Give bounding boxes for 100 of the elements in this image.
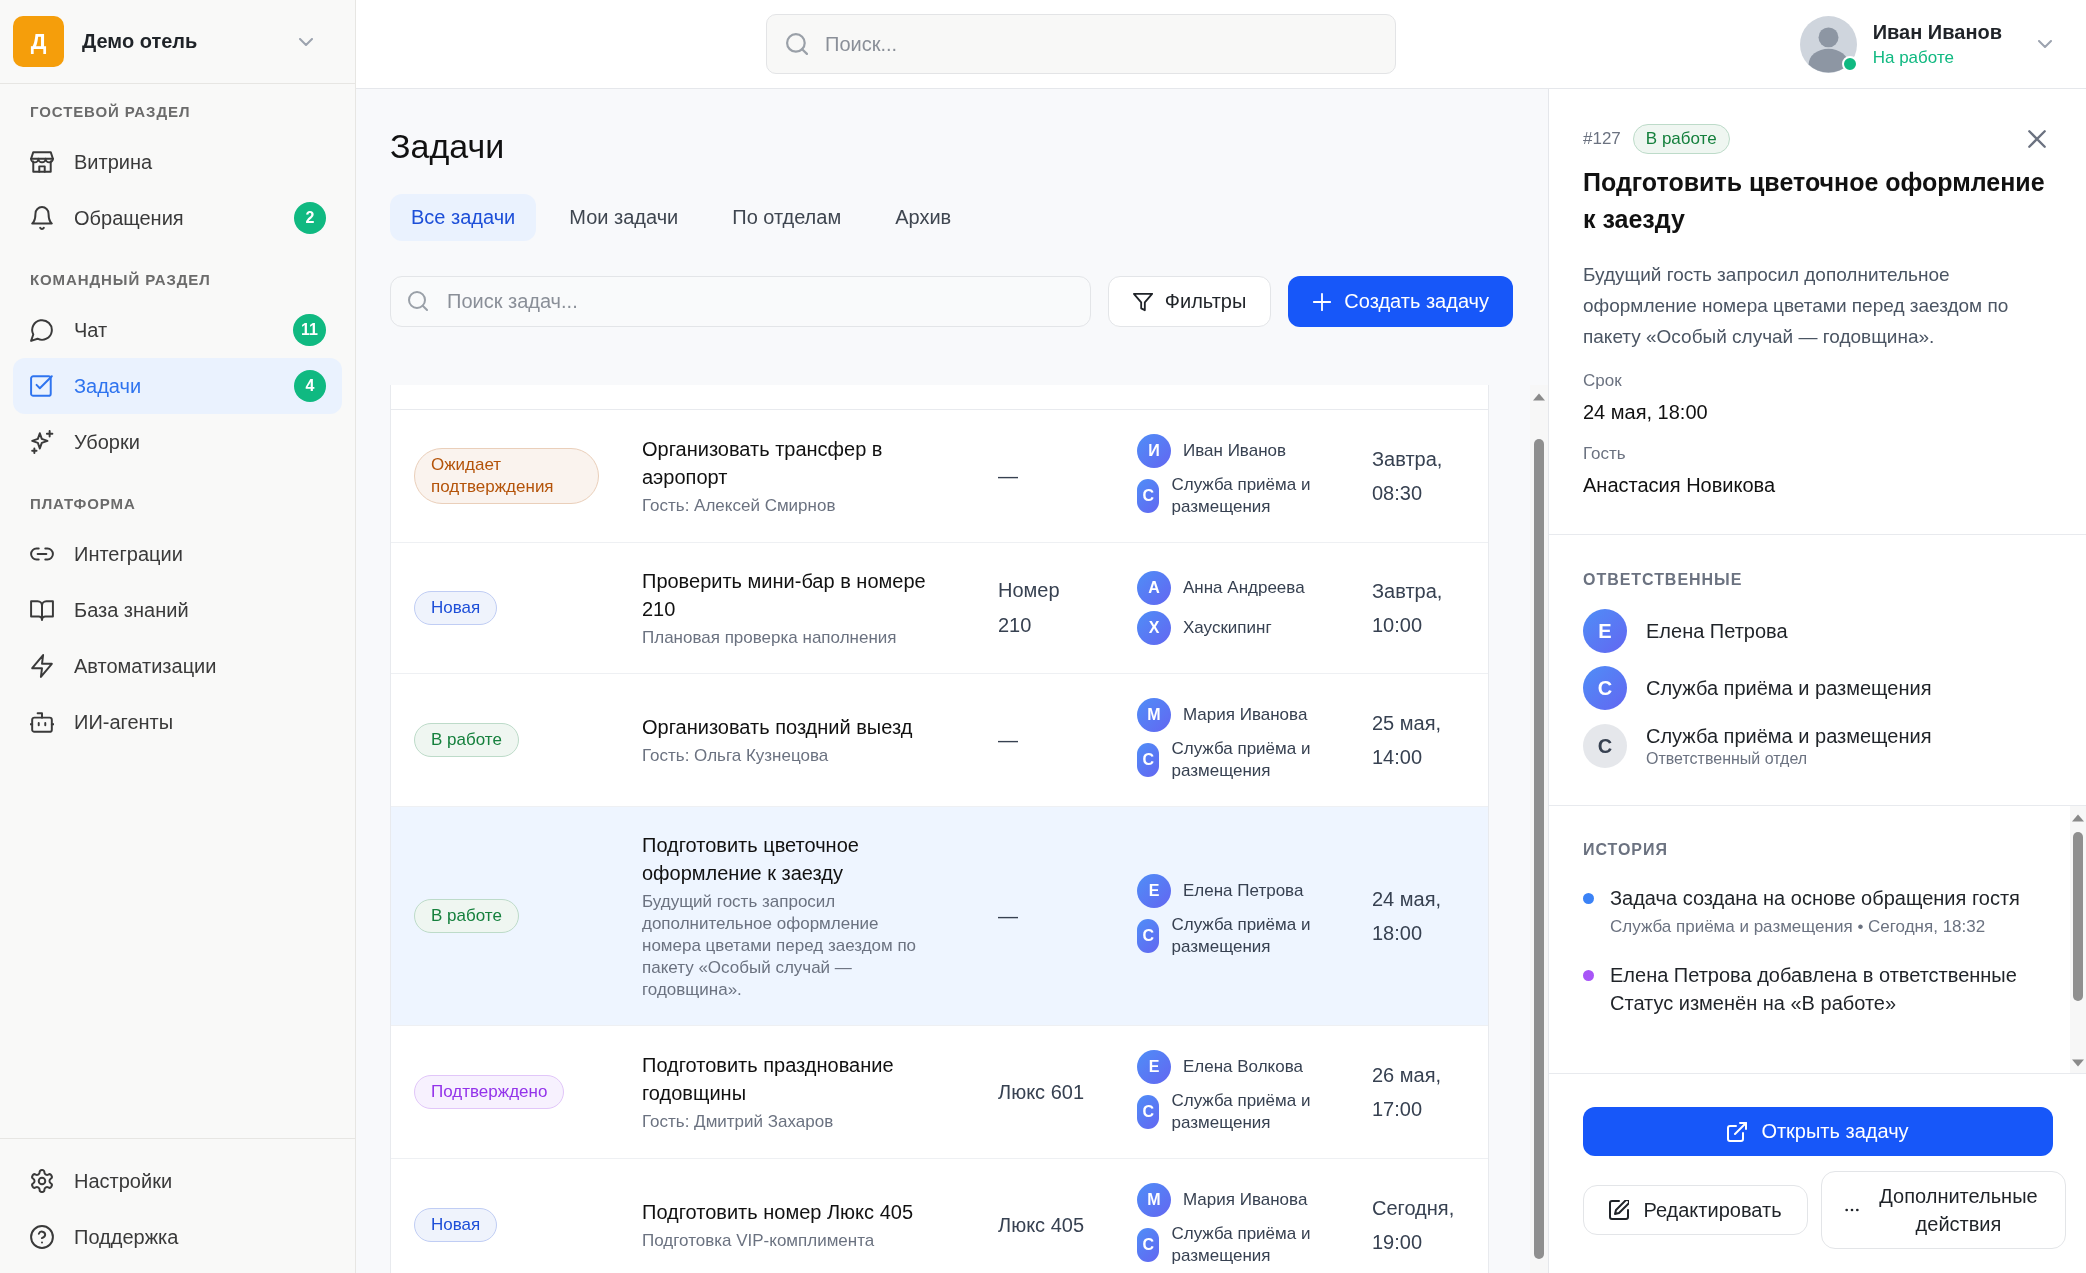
room-text: — xyxy=(998,463,1019,489)
more-actions-button[interactable]: Дополнительные действия xyxy=(1821,1171,2066,1249)
assignee-name: Служба приёма и размещения xyxy=(1646,724,1932,749)
assignee-name: Служба приёма и размещения xyxy=(1171,738,1312,782)
scrollbar[interactable] xyxy=(1530,385,1548,1273)
status-badge: В работе xyxy=(414,899,519,933)
assignee-avatar: И xyxy=(1137,434,1171,468)
edit-button[interactable]: Редактировать xyxy=(1583,1185,1808,1235)
scroll-down-icon[interactable] xyxy=(2072,1059,2084,1067)
robot-icon xyxy=(30,710,54,734)
assignee-avatar: М xyxy=(1137,1183,1171,1217)
tab[interactable]: Архив xyxy=(874,194,973,241)
close-button[interactable] xyxy=(2028,129,2046,148)
deadline-text: Завтра, 10:00 xyxy=(1372,579,1444,638)
lightning-icon xyxy=(30,654,54,678)
task-title: Подготовить номер Люкс 405 xyxy=(642,1200,914,1225)
assignee-name: Служба приёма и размещения xyxy=(1171,474,1312,518)
task-search-field[interactable]: Поиск задач... xyxy=(390,276,1091,327)
assignee-name: Служба приёма и размещения xyxy=(1646,676,1932,701)
sidebar-item[interactable]: Уборки xyxy=(13,414,342,470)
task-row[interactable] xyxy=(391,807,1488,1026)
assignee-name: Мария Иванова xyxy=(1183,1189,1308,1211)
task-subtitle: Гость: Ольга Кузнецова xyxy=(642,745,830,767)
section-label: КОМАНДНЫЙ РАЗДЕЛ xyxy=(29,270,212,290)
checkbox-icon xyxy=(30,374,54,398)
sidebar-item[interactable]: Чат 11 xyxy=(13,302,342,358)
field-label: Срок xyxy=(1583,370,1623,392)
sidebar-item[interactable]: ИИ-агенты xyxy=(13,694,342,750)
more-icon xyxy=(1843,1208,1860,1212)
tab[interactable]: По отделам xyxy=(711,194,863,241)
workspace-logo: Д xyxy=(13,16,64,67)
open-task-button[interactable]: Открыть задачу xyxy=(1583,1107,2053,1156)
status-badge: В работе xyxy=(414,723,519,757)
assignee-avatar: Е xyxy=(1137,874,1171,908)
tab[interactable]: Все задачи xyxy=(390,194,537,241)
assignee-avatar: М xyxy=(1137,698,1171,732)
assignee-name: Хаускипинг xyxy=(1183,617,1272,639)
task-title: Организовать поздний выезд xyxy=(642,715,914,740)
search-icon xyxy=(408,291,428,311)
task-row[interactable]: Новая Проверить мини-бар в номере 210 Плановая проверка наполнения Номер 210 А Анна Андреева Х Хаускипинг Завтра, 10:00 xyxy=(391,543,1488,674)
task-title: Подготовить цветочное оформление к заезду xyxy=(1583,167,2046,235)
tab[interactable]: Мои задачи xyxy=(548,194,700,241)
sidebar-item[interactable]: База знаний xyxy=(13,582,342,638)
scroll-up-icon[interactable] xyxy=(2072,814,2084,822)
help-icon xyxy=(30,1225,54,1249)
user-status: На работе xyxy=(1872,47,1955,69)
storefront-icon xyxy=(30,150,54,174)
assignee-name: Служба приёма и размещения xyxy=(1171,1090,1312,1134)
section-label: ПЛАТФОРМА xyxy=(29,494,137,514)
sidebar-item[interactable]: Поддержка xyxy=(13,1209,342,1265)
chevron-down-icon[interactable] xyxy=(2038,40,2052,48)
field-label: Гость xyxy=(1583,443,1627,465)
settings-icon xyxy=(30,1169,54,1193)
deadline-text: Сегодня, 19:00 xyxy=(1372,1196,1456,1255)
scrollbar-thumb[interactable] xyxy=(2073,832,2083,1001)
task-row[interactable]: Ожидает подтверждения Организовать трансфер в аэропорт Гость: Алексей Смирнов — И Иван Иванов С Служба приёма и размещения Завтра, 08:30 xyxy=(391,410,1488,543)
user-name: Иван Иванов xyxy=(1872,20,2002,45)
task-row[interactable]: Подтверждено Подготовить празднование годовщины Гость: Дмитрий Захаров Люкс 601 Е Елена Волкова С Служба приёма и размещения 26 мая, 17:00 xyxy=(391,1026,1488,1159)
assignee-avatar: Е xyxy=(1137,1050,1171,1084)
scrollbar-thumb[interactable] xyxy=(1534,439,1544,1259)
sidebar-item[interactable]: Обращения 2 xyxy=(13,190,342,246)
room-text: Люкс 405 xyxy=(998,1212,1086,1238)
assignee-name: Мария Иванова xyxy=(1183,704,1308,726)
search-icon xyxy=(786,33,808,55)
assignee-name: Елена Петрова xyxy=(1183,880,1304,902)
filter-button[interactable]: Фильтры xyxy=(1107,276,1272,327)
chevron-down-icon[interactable] xyxy=(299,37,313,46)
sidebar-item[interactable]: Витрина xyxy=(13,134,342,190)
task-subtitle: Гость: Дмитрий Захаров xyxy=(642,1111,835,1133)
status-badge: Ожидает подтверждения xyxy=(414,448,599,504)
assignee-avatar: С xyxy=(1137,919,1160,953)
assignee-name: Служба приёма и размещения xyxy=(1171,914,1312,958)
sidebar-item[interactable]: Настройки xyxy=(13,1153,342,1209)
section-label: ГОСТЕВОЙ РАЗДЕЛ xyxy=(29,102,192,122)
user-avatar[interactable] xyxy=(1799,15,1857,73)
field-value: 24 мая, 18:00 xyxy=(1583,400,1709,425)
create-button[interactable]: Создать задачу xyxy=(1288,276,1513,327)
assignee-avatar: С xyxy=(1137,743,1160,777)
task-number: #127 xyxy=(1583,128,1621,149)
scroll-up-icon[interactable] xyxy=(1533,393,1545,401)
section-label: ИСТОРИЯ xyxy=(1583,840,1669,860)
deadline-text: 26 мая, 17:00 xyxy=(1372,1063,1443,1122)
sidebar-item[interactable]: Автоматизации xyxy=(13,638,342,694)
external-link-icon xyxy=(1727,1121,1748,1142)
sidebar-item[interactable]: Задачи 4 xyxy=(13,358,342,414)
assignee-avatar: С xyxy=(1583,666,1627,710)
task-description: Будущий гость запросил дополнительное оформление номера цветами перед заездом по пакету «Особый случай — годовщина». xyxy=(1583,263,2010,349)
history-meta: Служба приёма и размещения • Сегодня, 18:32 xyxy=(1610,916,1987,938)
task-subtitle: Подготовка VIP-комплимента xyxy=(642,1230,876,1252)
count-badge: 4 xyxy=(294,370,326,402)
filter-icon xyxy=(1132,291,1153,312)
search-field[interactable]: Поиск... xyxy=(766,14,1396,74)
sidebar-item[interactable]: Интеграции xyxy=(13,526,342,582)
task-subtitle: Будущий гость запросил дополнительное оформление номера цветами перед заездом по пакету «Особый случай — годовщина». xyxy=(642,891,918,1001)
scrollbar[interactable] xyxy=(2070,806,2086,1073)
close-icon xyxy=(2028,129,2046,148)
task-title: Организовать трансфер в аэропорт xyxy=(642,437,884,490)
task-row[interactable]: Новая Подготовить номер Люкс 405 Подготовка VIP-комплимента Люкс 405 М Мария Иванова С Служба приёма и размещения Сегодня, 19:00 xyxy=(391,1159,1488,1273)
count-badge: 2 xyxy=(294,202,326,234)
status-badge: Новая xyxy=(414,1208,498,1242)
